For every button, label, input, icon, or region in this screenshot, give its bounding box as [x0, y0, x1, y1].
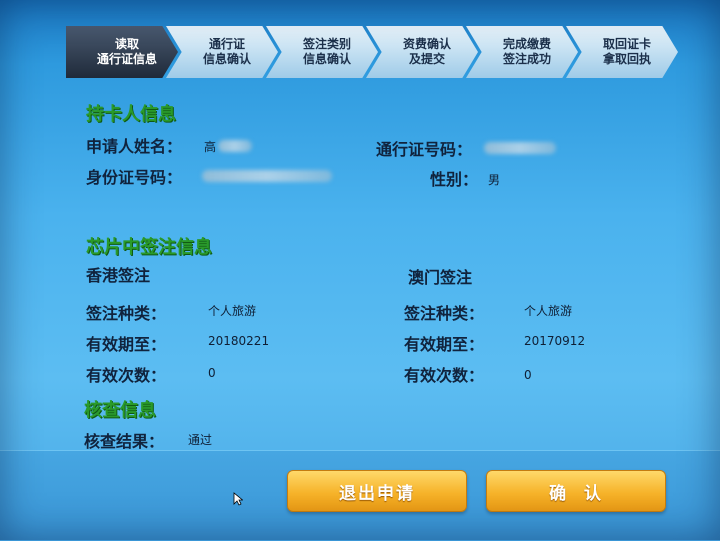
chip-section-title: 芯片中签注信息 — [86, 237, 212, 258]
mo-type-value: 个人旅游 — [524, 304, 573, 318]
verify-section-title: 核查信息 — [84, 400, 156, 421]
mo-valid-value: 20170912 — [524, 334, 586, 348]
step-label: 签注类别 信息确认 — [302, 37, 351, 66]
mo-valid-label: 有效期至： — [404, 335, 485, 354]
redacted-name — [218, 140, 252, 152]
mo-type-label: 签注种类： — [404, 304, 485, 323]
step-label: 资费确认 及提交 — [402, 37, 451, 66]
hk-endorsement-title: 香港签注 — [86, 266, 151, 285]
step-fee-submit: 资费确认 及提交 — [366, 26, 478, 78]
step-retrieve-card: 取回证卡 拿取回执 — [566, 26, 678, 78]
step-permit-confirm: 通行证 信息确认 — [166, 26, 278, 78]
holder-section-title: 持卡人信息 — [86, 104, 176, 125]
verify-result-label: 核查结果： — [84, 432, 165, 451]
gender-value: 男 — [488, 173, 501, 187]
hk-type-value: 个人旅游 — [208, 304, 257, 318]
mo-count-value: 0 — [524, 368, 532, 382]
redacted-permit-number — [484, 142, 556, 154]
mouse-cursor-icon — [233, 492, 243, 506]
mo-count-label: 有效次数： — [404, 366, 485, 385]
permit-number-label: 通行证号码： — [376, 140, 473, 159]
hk-type-label: 签注种类： — [86, 304, 167, 323]
exit-application-button[interactable]: 退出申请 — [287, 470, 467, 512]
verify-result-value: 通过 — [188, 433, 213, 447]
hk-count-value: 0 — [208, 366, 216, 380]
mo-endorsement-title: 澳门签注 — [408, 268, 473, 287]
step-label: 完成缴费 签注成功 — [502, 37, 551, 66]
step-label: 读取 通行证信息 — [96, 37, 157, 66]
kiosk-screen: 读取 通行证信息 通行证 信息确认 签注类别 信息确认 资费确认 及提交 完成缴… — [0, 0, 720, 541]
gender-label: 性别： — [430, 170, 479, 189]
step-read-permit: 读取 通行证信息 — [66, 26, 178, 78]
redacted-id-number — [202, 170, 332, 182]
hk-count-label: 有效次数： — [86, 366, 167, 385]
applicant-name-value: 高 — [204, 140, 217, 154]
step-label: 通行证 信息确认 — [202, 37, 251, 66]
id-number-label: 身份证号码： — [86, 168, 183, 187]
step-label: 取回证卡 拿取回执 — [602, 37, 651, 66]
confirm-button[interactable]: 确 认 — [486, 470, 666, 512]
step-endorsement-confirm: 签注类别 信息确认 — [266, 26, 378, 78]
applicant-name-label: 申请人姓名： — [86, 137, 183, 156]
step-payment-done: 完成缴费 签注成功 — [466, 26, 578, 78]
hk-valid-value: 20180221 — [208, 334, 270, 348]
hk-valid-label: 有效期至： — [86, 335, 167, 354]
progress-steps: 读取 通行证信息 通行证 信息确认 签注类别 信息确认 资费确认 及提交 完成缴… — [66, 26, 706, 80]
